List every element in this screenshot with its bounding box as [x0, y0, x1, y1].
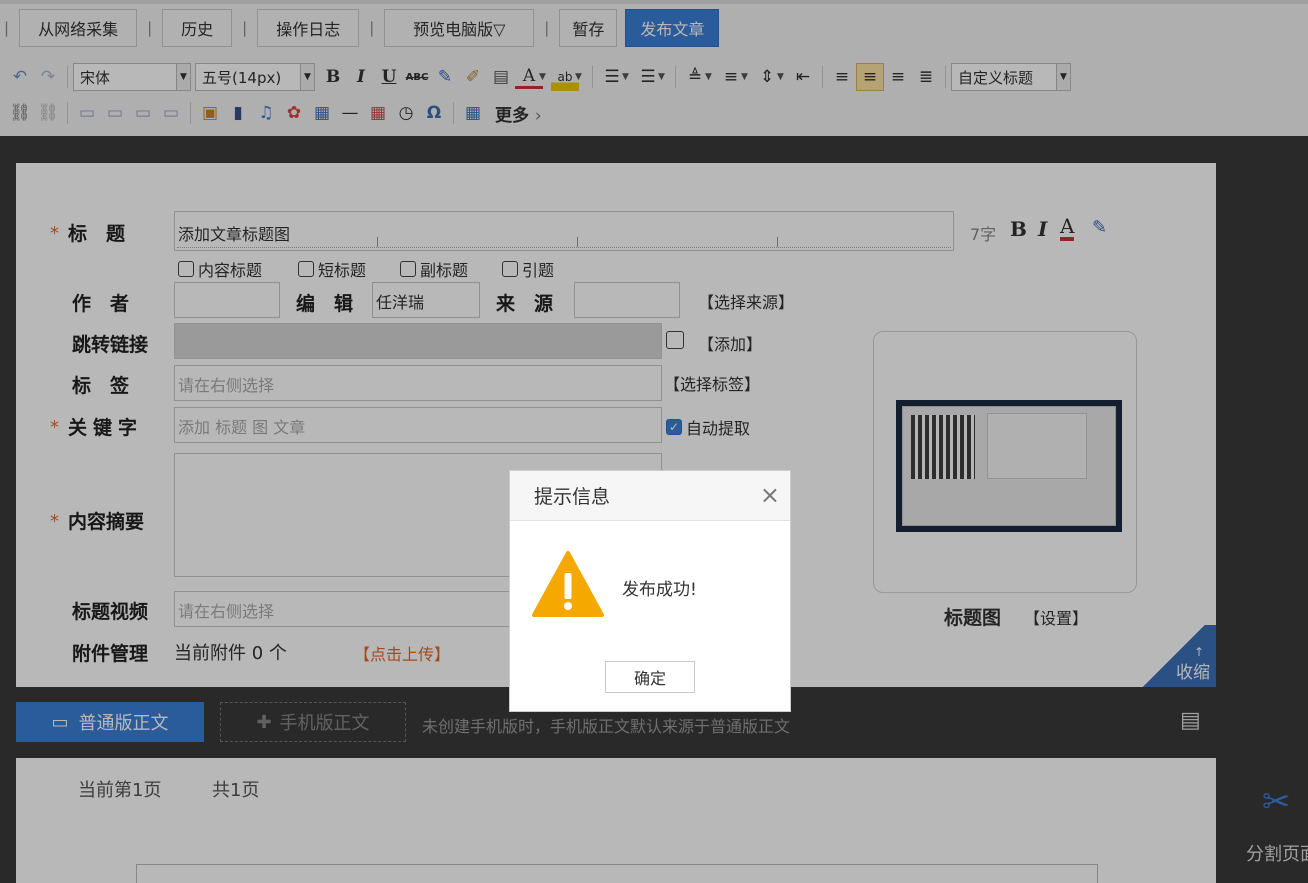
- dialog-message: 发布成功!: [622, 580, 697, 600]
- confirm-button[interactable]: 确定: [605, 661, 695, 693]
- warning-icon: [532, 551, 604, 617]
- close-icon[interactable]: ×: [760, 483, 780, 507]
- message-dialog: 提示信息 × 发布成功! 确定: [509, 470, 791, 712]
- dialog-title: 提示信息: [534, 486, 611, 508]
- modal-overlay: [0, 0, 1308, 883]
- dialog-header: 提示信息 ×: [510, 471, 790, 521]
